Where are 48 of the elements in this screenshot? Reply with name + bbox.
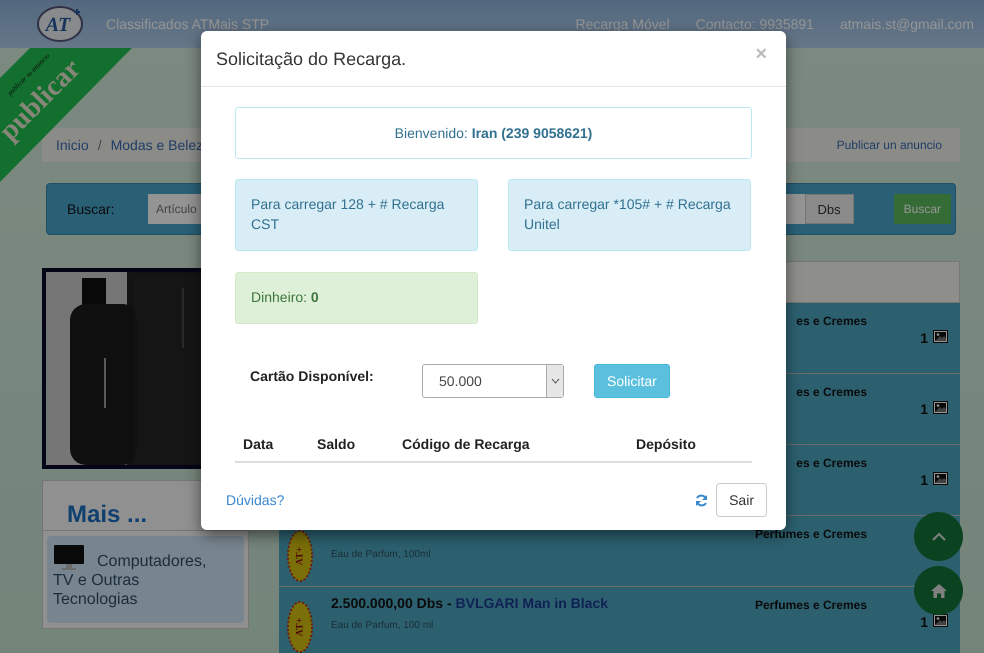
home-icon (930, 582, 948, 598)
image-icon (933, 330, 948, 343)
column-header: Código de Recarga (402, 436, 531, 452)
sidebar-heading: Mais ... (67, 501, 148, 528)
chevron-up-icon (932, 532, 946, 541)
listing-category: Perfumes e Cremes (754, 527, 867, 543)
photo-count: 1 (920, 614, 928, 630)
listing-category: es e Cremes (795, 385, 867, 401)
search-label: Buscar: (67, 201, 116, 217)
welcome-message: Bienvenido: Iran (239 9058621) (235, 107, 752, 159)
breadcrumb-separator: / (98, 137, 102, 153)
breadcrumb-link[interactable]: Modas e Belez (110, 137, 204, 153)
column-header: Data (243, 436, 274, 452)
column-header: Depósito (636, 436, 697, 452)
card-select[interactable]: 50.000 (422, 364, 564, 398)
listing-title[interactable]: 2.500.000,00 Dbs - BVLGARI Man in Black (331, 595, 608, 611)
photo-count: 1 (920, 472, 928, 488)
currency-addon: Dbs (804, 194, 854, 224)
badge-drawing: AT+ (287, 601, 313, 653)
help-link[interactable]: Dúvidas? (226, 492, 696, 508)
info-message: Para carregar 128 + # Recarga CST (235, 179, 478, 251)
refresh-icon[interactable] (695, 494, 708, 506)
listing-description: Eau de Parfum, 100 ml (331, 620, 434, 631)
exit-button[interactable]: Sair (716, 483, 767, 517)
photo-count: 1 (920, 401, 928, 417)
publish-link[interactable]: Publicar un anuncio (836, 138, 946, 152)
photo-count: 1 (920, 330, 928, 346)
listing-description: Eau de Parfum, 100ml (331, 549, 432, 560)
monitor-icon (53, 544, 85, 570)
badge-drawing: AT+ (287, 530, 313, 582)
image-icon (933, 401, 948, 414)
caret-icon (550, 378, 560, 384)
balance-message: Dinheiro: 0 (235, 272, 478, 324)
sidebar-item[interactable]: Computadores, TV e Outras Tecnologias (47, 536, 244, 623)
request-button[interactable]: Solicitar (594, 364, 670, 398)
listing-category: Perfumes e Cremes (754, 598, 867, 614)
image-icon (933, 472, 948, 485)
info-message: Para carregar *105# + # Recarga Unitel (508, 179, 751, 251)
image-icon (933, 614, 948, 627)
listing-category: es e Cremes (795, 314, 867, 330)
dialog-title: Solicitação do Recarga. (216, 48, 408, 70)
listing-row[interactable]: AT+ 2.500.000,00 Dbs - BVLGARI Man in Black Eau de Parfum, 100 ml Perfumes e Cremes 1 (279, 587, 960, 653)
search-button[interactable]: Buscar (894, 194, 951, 224)
logo[interactable]: AT (36, 4, 86, 44)
card-label: Cartão Disponível: (250, 368, 375, 384)
close-button[interactable]: × (751, 43, 771, 66)
header-link[interactable]: atmais.st@gmail.com (840, 16, 974, 32)
column-header: Saldo (317, 436, 356, 452)
